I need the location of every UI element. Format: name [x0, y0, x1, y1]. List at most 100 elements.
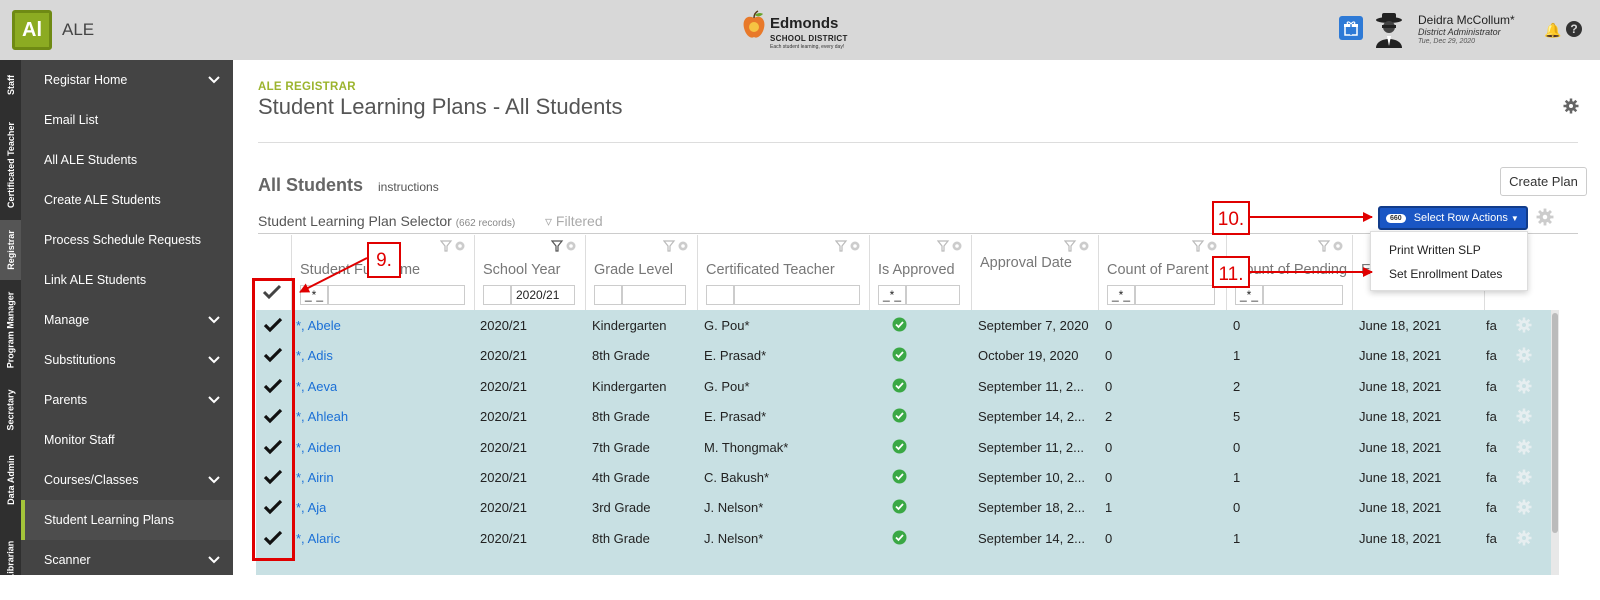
sidebar-item-monitor-staff[interactable]: Monitor Staff	[21, 420, 233, 460]
row-gear-icon[interactable]	[1516, 530, 1532, 546]
parent-filter-input[interactable]	[1135, 285, 1215, 305]
sidebar-item-email-list[interactable]: Email List	[21, 100, 233, 140]
district-name: Edmonds	[770, 15, 839, 32]
cell-name[interactable]: *, Aja	[296, 500, 326, 515]
column-filter-icon[interactable]	[440, 239, 466, 253]
column-filter-icon[interactable]	[1192, 239, 1218, 253]
sidebar-item-student-learning-plans[interactable]: Student Learning Plans	[21, 500, 233, 540]
sidebar-item-courses-classes[interactable]: Courses/Classes	[21, 460, 233, 500]
row-gear-icon[interactable]	[1516, 408, 1532, 424]
role-tab-staff[interactable]: Staff	[0, 60, 21, 110]
table-row[interactable]: *, Aeva 2020/21 Kindergarten G. Pou* Septemb…	[256, 371, 1553, 401]
cell-name[interactable]: *, Adis	[296, 348, 333, 363]
sidebar-item-manage[interactable]: Manage	[21, 300, 233, 340]
gift-icon[interactable]	[1339, 16, 1363, 40]
table-row[interactable]: *, Alaric 2020/21 8th Grade J. Nelson* Septe…	[256, 523, 1553, 553]
column-filter-icon[interactable]	[663, 239, 689, 253]
sidebar-item-substitutions[interactable]: Substitutions	[21, 340, 233, 380]
cell-pending: 1	[1233, 348, 1241, 364]
column-header-is-approved[interactable]: Is Approved _*_	[869, 235, 971, 310]
sidebar-item-parents[interactable]: Parents	[21, 380, 233, 420]
sidebar-item-all-ale-students[interactable]: All ALE Students	[21, 140, 233, 180]
parent-filter-operator[interactable]: _*_	[1107, 285, 1135, 305]
row-gear-icon[interactable]	[1516, 439, 1532, 455]
cell-date: September 18, 2...	[978, 500, 1085, 516]
section-title: All Students	[258, 175, 364, 195]
sidebar-item-process-schedule-requests[interactable]: Process Schedule Requests	[21, 220, 233, 260]
breadcrumb[interactable]: ALE REGISTRAR	[258, 81, 356, 93]
grade-filter-operator[interactable]	[594, 285, 622, 305]
column-filter-icon[interactable]	[1318, 239, 1344, 253]
chevron-down-icon[interactable]	[207, 313, 221, 327]
row-gear-icon[interactable]	[1516, 347, 1532, 363]
approved-filter-operator[interactable]: _*_	[878, 285, 906, 305]
table-row[interactable]: *, Abele 2020/21 Kindergarten G. Pou* Septem…	[256, 310, 1553, 340]
menu-item-set-enrollment-dates[interactable]: Set Enrollment Dates	[1389, 267, 1502, 281]
cell-name[interactable]: *, Alaric	[296, 531, 340, 546]
chevron-down-icon[interactable]	[207, 73, 221, 87]
vertical-scrollbar[interactable]	[1551, 310, 1559, 575]
sidebar-item-link-ale-students[interactable]: Link ALE Students	[21, 260, 233, 300]
table-row[interactable]: *, Aiden 2020/21 7th Grade M. Thongmak* Sept…	[256, 432, 1553, 462]
grid-settings-gear-icon[interactable]	[1536, 208, 1554, 226]
filtered-indicator[interactable]: ▿ Filtered	[545, 213, 603, 230]
table-row[interactable]: *, Aja 2020/21 3rd Grade J. Nelson* Septembe…	[256, 492, 1553, 522]
cell-name[interactable]: *, Airin	[296, 470, 334, 485]
row-gear-icon[interactable]	[1516, 317, 1532, 333]
column-header-approval-date[interactable]: Approval Date	[971, 235, 1098, 310]
chevron-down-icon[interactable]	[207, 473, 221, 487]
column-header-count-of-parent[interactable]: Count of Parent _*_	[1098, 235, 1226, 310]
bell-icon[interactable]: 🔔	[1544, 22, 1561, 39]
scrollbar-thumb[interactable]	[1552, 313, 1558, 533]
year-filter-input[interactable]: 2020/21	[511, 285, 575, 305]
table-row[interactable]: *, Adis 2020/21 8th Grade E. Prasad* October…	[256, 340, 1553, 370]
role-tab-librarian[interactable]: Librarian	[0, 520, 21, 600]
help-icon[interactable]: ?	[1566, 21, 1582, 37]
table-row[interactable]: *, Airin 2020/21 4th Grade C. Bakush* Septem…	[256, 462, 1553, 492]
role-tab-registrar[interactable]: Registrar	[0, 220, 21, 280]
instructions-link[interactable]: instructions	[378, 180, 439, 194]
chevron-down-icon[interactable]	[207, 393, 221, 407]
sidebar-item-label: Email List	[44, 113, 99, 127]
sidebar-item-registar-home[interactable]: Registar Home	[21, 60, 233, 100]
column-filter-icon[interactable]	[1064, 239, 1090, 253]
grade-filter-input[interactable]	[622, 285, 686, 305]
column-filter-icon[interactable]	[551, 239, 577, 253]
column-header-school-year[interactable]: School Year 2020/21	[474, 235, 585, 310]
sidebar-item-scanner[interactable]: Scanner	[21, 540, 233, 580]
select-row-actions-button[interactable]: 660 Select Row Actions ▼	[1378, 206, 1528, 230]
cell-name[interactable]: *, Abele	[296, 318, 341, 333]
create-plan-button[interactable]: Create Plan	[1500, 167, 1587, 196]
avatar[interactable]	[1373, 12, 1405, 48]
pending-filter-input[interactable]	[1263, 285, 1343, 305]
column-filter-icon[interactable]	[835, 239, 861, 253]
user-name[interactable]: Deidra McCollum*	[1418, 13, 1515, 27]
row-gear-icon[interactable]	[1516, 378, 1532, 394]
role-tab-program-manager[interactable]: Program Manager	[0, 280, 21, 380]
role-tab-secretary[interactable]: Secretary	[0, 380, 21, 440]
cell-name[interactable]: *, Aeva	[296, 379, 337, 394]
column-header-grade-level[interactable]: Grade Level	[585, 235, 697, 310]
cell-name[interactable]: *, Aiden	[296, 440, 341, 455]
teacher-filter-operator[interactable]	[706, 285, 734, 305]
settings-gear-icon[interactable]	[1563, 98, 1579, 114]
row-gear-icon[interactable]	[1516, 469, 1532, 485]
teacher-filter-input[interactable]	[734, 285, 860, 305]
chevron-down-icon[interactable]	[207, 553, 221, 567]
cell-name[interactable]: *, Ahleah	[296, 409, 348, 424]
name-filter-operator[interactable]: _*_	[300, 285, 328, 305]
role-tab-data-admin[interactable]: Data Admin	[0, 440, 21, 520]
row-gear-icon[interactable]	[1516, 499, 1532, 515]
menu-item-print-written-slp[interactable]: Print Written SLP	[1389, 243, 1481, 257]
column-filter-icon[interactable]	[937, 239, 963, 253]
role-tab-certificated-teacher[interactable]: Certificated Teacher	[0, 110, 21, 220]
approved-filter-input[interactable]	[906, 285, 960, 305]
sidebar-item-create-ale-students[interactable]: Create ALE Students	[21, 180, 233, 220]
select-row-actions-label: Select Row Actions	[1413, 212, 1508, 224]
table-row[interactable]: *, Ahleah 2020/21 8th Grade E. Prasad* Septe…	[256, 401, 1553, 431]
column-header-certificated-teacher[interactable]: Certificated Teacher	[697, 235, 869, 310]
year-filter-operator[interactable]	[483, 285, 511, 305]
chevron-down-icon[interactable]	[207, 353, 221, 367]
name-filter-input[interactable]	[328, 285, 465, 305]
app-logo[interactable]: Al	[12, 10, 52, 50]
